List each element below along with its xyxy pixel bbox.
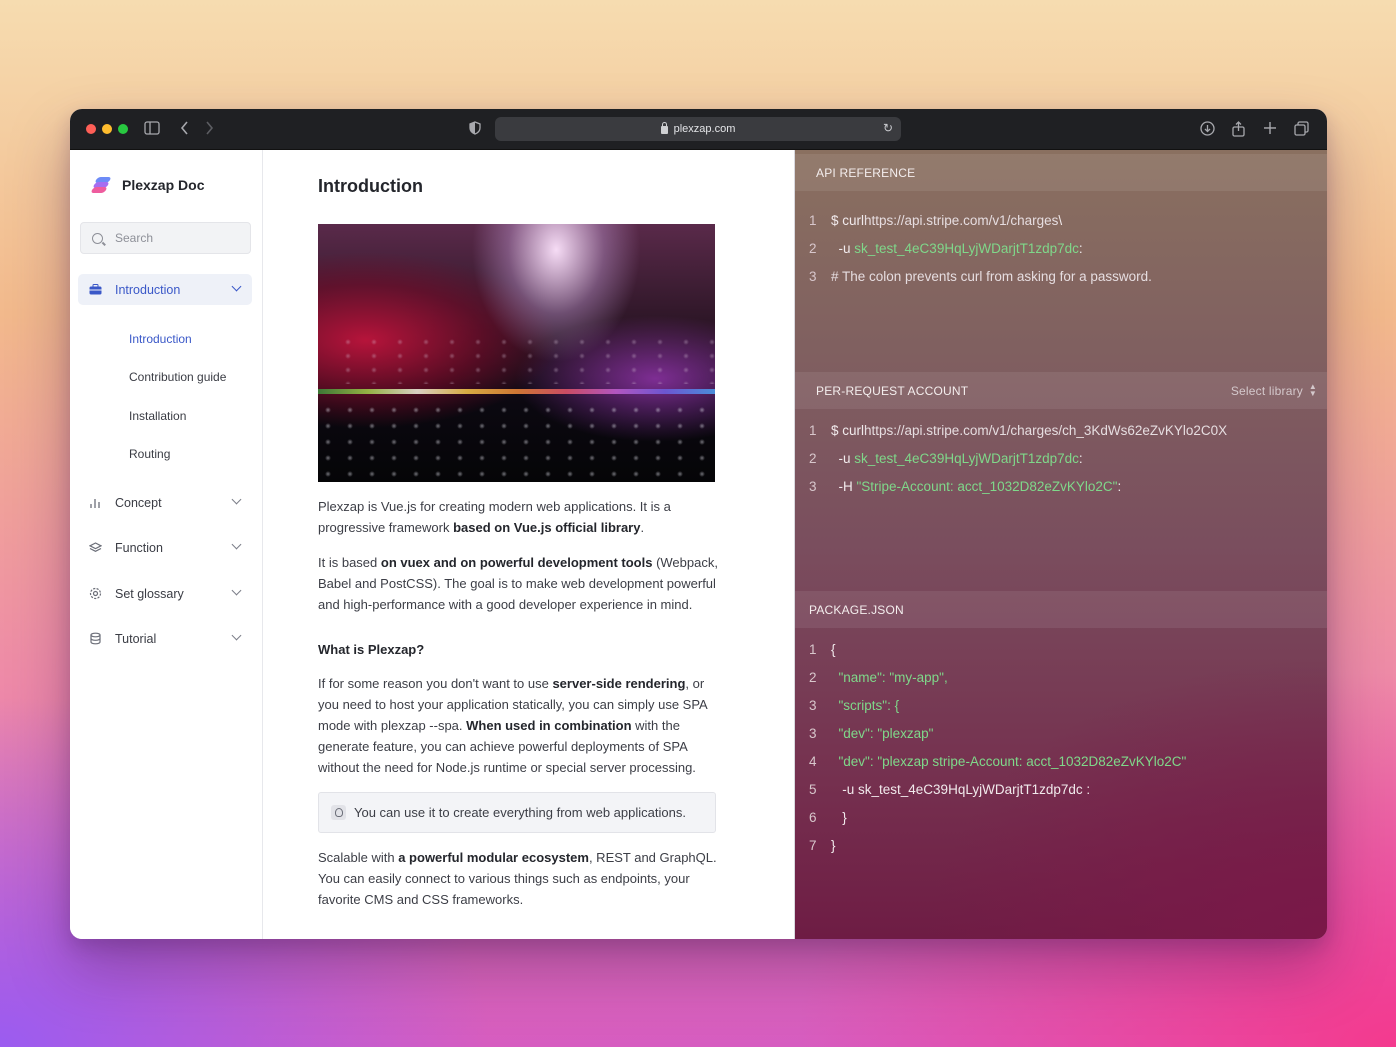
code-line: 1{ <box>809 642 836 657</box>
code-line: 3 # The colon prevents curl from asking f… <box>809 269 1152 284</box>
code-line: 3 "dev": "plexzap" <box>809 726 934 741</box>
chevron-down-icon <box>231 539 242 550</box>
briefcase-icon <box>88 283 102 297</box>
gear-icon <box>88 587 102 601</box>
share-icon[interactable] <box>1232 121 1245 140</box>
window-controls <box>86 124 128 134</box>
code-line: 5 -u sk_test_4eC39HqLyjWDarjtT1zdp7dc : <box>809 782 1091 797</box>
chevron-down-icon <box>231 494 242 505</box>
privacy-shield-icon[interactable] <box>469 121 481 138</box>
sidebar-toggle-icon[interactable] <box>144 121 160 138</box>
url-text: plexzap.com <box>673 123 736 135</box>
page-title: Introduction <box>318 176 423 196</box>
search-icon <box>92 232 103 244</box>
paragraph-intro: Plexzap is Vue.js for creating modern we… <box>318 499 671 535</box>
lightbulb-icon <box>331 805 346 820</box>
code-line: 7} <box>809 838 836 853</box>
per-request-header: PER-REQUEST ACCOUNT Select library ▲ ▼ <box>795 372 1327 409</box>
nav-tutorial[interactable]: Tutorial <box>78 623 252 654</box>
code-line: 3 -H "Stripe-Account: acct_1032D82eZvKYl… <box>809 479 1122 494</box>
nav-concept-label: Concept <box>115 495 162 510</box>
code-line: 2 -u sk_test_4eC39HqLyjWDarjtT1zdp7dc : <box>809 451 1083 466</box>
section-heading: What is Plexzap? <box>318 642 425 657</box>
close-window-button[interactable] <box>86 124 96 134</box>
chevron-updown-icon[interactable]: ▲ ▼ <box>1309 383 1317 398</box>
back-icon[interactable] <box>180 121 189 138</box>
minimize-window-button[interactable] <box>102 124 112 134</box>
plexzap-logo-icon <box>90 177 112 193</box>
per-request-title: PER-REQUEST ACCOUNT <box>816 383 969 398</box>
browser-toolbar: plexzap.com ↻ <box>70 109 1327 150</box>
maximize-window-button[interactable] <box>118 124 128 134</box>
nav-set-glossary[interactable]: Set glossary <box>78 578 252 609</box>
docs-sidebar: Plexzap Doc Introduction Introduction Co… <box>70 150 263 939</box>
code-line: 3 "scripts": { <box>809 698 900 713</box>
paragraph-what-is: If for some reason you don't want to use… <box>318 676 708 775</box>
chevron-down-icon <box>231 630 242 641</box>
package-json-header: PACKAGE.JSON <box>795 591 1327 628</box>
chevron-down-icon <box>231 281 242 292</box>
select-library-dropdown[interactable]: Select library <box>1231 384 1303 398</box>
search-input[interactable] <box>115 231 235 245</box>
download-icon[interactable] <box>1200 121 1215 139</box>
code-line: 4 "dev": "plexzap stripe-Account: acct_1… <box>809 754 1187 769</box>
browser-window: plexzap.com ↻ Plexzap Doc Search Introdu… <box>70 109 1327 939</box>
package-json-title: PACKAGE.JSON <box>809 602 904 617</box>
api-reference-header: API REFERENCE <box>795 154 1327 191</box>
tab-overview-icon[interactable] <box>1294 121 1309 139</box>
api-reference-title: API REFERENCE <box>816 165 916 180</box>
nav-set-glossary-label: Set glossary <box>115 586 184 601</box>
subnav-contribution-guide[interactable]: Contribution guide <box>129 370 226 384</box>
subnav-routing[interactable]: Routing <box>129 447 170 461</box>
paragraph-scalable: Scalable with a powerful modular ecosyst… <box>318 850 717 907</box>
address-bar[interactable]: plexzap.com ↻ <box>495 117 901 141</box>
bar-chart-icon <box>88 496 102 510</box>
paragraph-based-on: It is based on vuex and on powerful deve… <box>318 555 718 612</box>
nav-concept[interactable]: Concept <box>78 487 252 518</box>
subnav-installation[interactable]: Installation <box>129 409 186 423</box>
hero-image <box>318 224 715 482</box>
brand[interactable]: Plexzap Doc <box>90 177 205 193</box>
tip-callout: You can use it to create everything from… <box>318 792 716 833</box>
forward-icon[interactable] <box>205 121 214 138</box>
nav-tutorial-label: Tutorial <box>115 631 157 646</box>
code-line: 2 -u sk_test_4eC39HqLyjWDarjtT1zdp7dc : <box>809 241 1083 256</box>
search-box[interactable] <box>80 222 251 254</box>
code-line: 2 "name": "my-app", <box>809 670 948 685</box>
tip-text: You can use it to create everything from… <box>354 805 686 820</box>
nav-introduction-label: Introduction <box>115 282 181 297</box>
code-line: 1 $ curl https://api.stripe.com/v1/charge… <box>809 423 1228 438</box>
chevron-down-icon <box>231 585 242 596</box>
doc-content: Introduction Plexzap is Vue.js for creat… <box>263 150 795 939</box>
subnav-introduction[interactable]: Introduction <box>129 332 192 346</box>
nav-function[interactable]: Function <box>78 532 252 563</box>
new-tab-icon[interactable] <box>1263 121 1277 138</box>
code-line: 6 } <box>809 810 847 825</box>
code-panel: API REFERENCE 1 $ curl https://api.stripe… <box>795 150 1327 939</box>
code-line: 1 $ curl https://api.stripe.com/v1/charge… <box>809 213 1063 228</box>
layers-icon <box>88 541 102 555</box>
reload-icon[interactable]: ↻ <box>883 121 893 135</box>
nav-introduction[interactable]: Introduction <box>78 274 252 305</box>
lock-icon <box>660 122 668 134</box>
nav-function-label: Function <box>115 540 163 555</box>
stack-icon <box>88 632 102 646</box>
brand-name: Plexzap Doc <box>122 177 205 193</box>
